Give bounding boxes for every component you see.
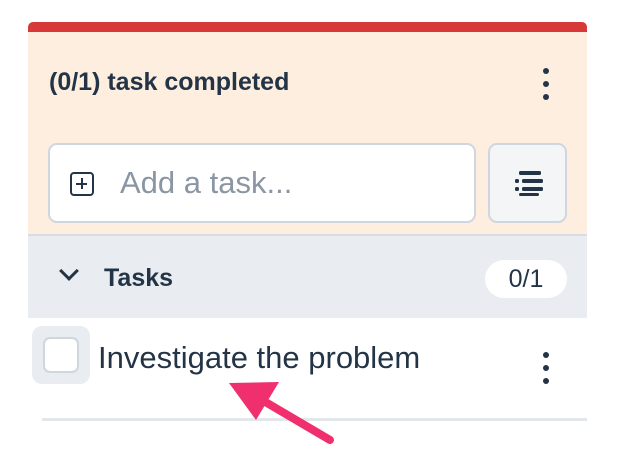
annotation-arrow-icon bbox=[229, 382, 334, 444]
